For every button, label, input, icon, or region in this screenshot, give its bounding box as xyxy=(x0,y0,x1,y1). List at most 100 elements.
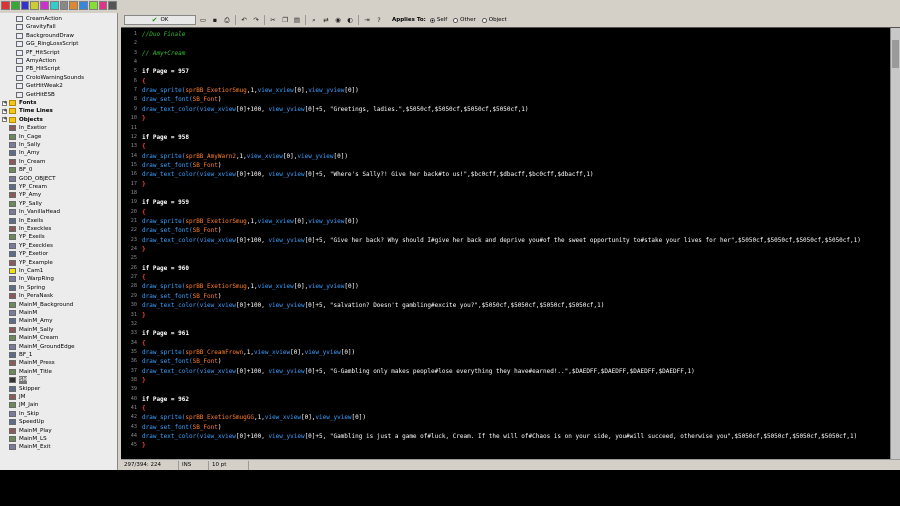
tree-item[interactable]: MainM_Amy xyxy=(9,317,53,325)
tree-item[interactable]: MainM_GroundEdge xyxy=(9,343,75,351)
tree-item[interactable]: In_Spring xyxy=(9,284,45,292)
tree-item[interactable]: In_Skip xyxy=(9,410,39,418)
code-line[interactable]: } xyxy=(142,377,146,384)
code-line[interactable]: draw_set_font(SB_Font) xyxy=(142,424,222,431)
tree-item[interactable]: In_Amy xyxy=(9,149,40,157)
undo-icon[interactable]: ↶ xyxy=(239,15,249,25)
tree-item[interactable]: MainM_Background xyxy=(9,301,73,309)
code-line[interactable]: if Page = 959 xyxy=(142,199,189,206)
code-line[interactable]: draw_text_color(view_xview[0]+100, view_… xyxy=(142,171,594,178)
tree-item[interactable]: CroloWarningSounds xyxy=(16,74,84,82)
code-line[interactable]: draw_text_color(view_xview[0]+100, view_… xyxy=(142,302,604,309)
code-line[interactable]: if Page = 958 xyxy=(142,134,189,141)
tree-item[interactable]: GG_RingLossScript xyxy=(16,40,79,48)
expand-icon[interactable]: + xyxy=(2,108,7,114)
tree-item[interactable]: MainM_Exit xyxy=(9,443,51,451)
tree-item[interactable]: In_PeraNask xyxy=(9,292,53,300)
print-icon[interactable]: ⎙ xyxy=(222,15,232,25)
tree-item[interactable]: MainM_LS xyxy=(9,435,47,443)
code-line[interactable]: draw_set_font(SB_Font) xyxy=(142,96,222,103)
tree-item[interactable]: In_VanillaHead xyxy=(9,208,60,216)
toolbar-button-icon[interactable] xyxy=(20,1,30,10)
copy-icon[interactable]: ❐ xyxy=(280,15,290,25)
tree-folder[interactable]: + Fonts xyxy=(2,99,36,107)
code-line[interactable]: { xyxy=(142,78,146,85)
find-icon[interactable]: ⌕ xyxy=(309,15,319,25)
check-syntax-icon[interactable]: ◉ xyxy=(333,15,343,25)
tree-item[interactable]: PB_HitScript xyxy=(16,65,60,73)
tree-folder[interactable]: + Time Lines xyxy=(2,107,53,115)
tree-item[interactable]: YP_Amy xyxy=(9,191,41,199)
code-line[interactable]: } xyxy=(142,312,146,319)
code-line[interactable]: draw_set_font(SB_Font) xyxy=(142,162,222,169)
toolbar-button-icon[interactable] xyxy=(69,1,78,10)
code-line[interactable]: if Page = 957 xyxy=(142,68,189,75)
tree-item[interactable]: In_Cage xyxy=(9,133,41,141)
tree-item[interactable]: BF_1 xyxy=(9,351,32,359)
toolbar-button-icon[interactable] xyxy=(98,1,108,10)
resource-tree[interactable]: CreamAction GravityFall BackgroundDraw GG_R… xyxy=(0,13,118,470)
goto-line-icon[interactable]: ⇥ xyxy=(362,15,372,25)
tree-item[interactable]: SpeedUp xyxy=(9,418,44,426)
tree-item[interactable]: YP_Execkles xyxy=(9,242,53,250)
code-line[interactable]: if Page = 961 xyxy=(142,330,189,337)
tree-item[interactable]: MainM_Title xyxy=(9,368,52,376)
code-line[interactable]: } xyxy=(142,442,146,449)
open-icon[interactable]: ▭ xyxy=(198,15,208,25)
code-line[interactable]: { xyxy=(142,209,146,216)
code-line[interactable]: draw_text_color(view_xview[0]+100, view_… xyxy=(142,237,861,244)
toolbar-button-icon[interactable] xyxy=(40,1,49,10)
tree-item[interactable]: YP_Cream xyxy=(9,183,47,191)
cut-icon[interactable]: ✂ xyxy=(268,15,278,25)
code-line[interactable]: } xyxy=(142,115,146,122)
tree-item[interactable]: MainM_Sally xyxy=(9,326,53,334)
tree-item[interactable]: YP_Sally xyxy=(9,200,42,208)
help-icon[interactable]: ? xyxy=(374,15,384,25)
tree-item[interactable]: GetHitWeak2 xyxy=(16,82,63,90)
toolbar-button-icon[interactable] xyxy=(79,1,88,10)
expand-icon[interactable]: + xyxy=(2,100,7,106)
tree-item[interactable]: BackgroundDraw xyxy=(16,32,74,40)
paste-icon[interactable]: ▤ xyxy=(292,15,302,25)
code-line[interactable]: draw_sprite(sprBB_ExetiorSmug,1,view_xvi… xyxy=(142,87,359,94)
code-line[interactable]: if Page = 962 xyxy=(142,396,189,403)
tree-item[interactable]: CreamAction xyxy=(16,15,62,23)
code-line[interactable]: draw_set_font(SB_Font) xyxy=(142,293,222,300)
tree-item[interactable]: JM_Jain xyxy=(9,401,38,409)
code-line[interactable]: draw_sprite(sprBB_AmyWarn2,1,view_xview[… xyxy=(142,153,348,160)
vertical-scrollbar[interactable] xyxy=(890,28,900,459)
code-line[interactable]: { xyxy=(142,340,146,347)
code-line[interactable]: { xyxy=(142,405,146,412)
tree-item[interactable]: Skipper xyxy=(9,385,40,393)
tree-item[interactable]: YP_Example xyxy=(9,259,53,267)
expand-icon[interactable]: + xyxy=(2,117,7,123)
tree-item[interactable]: MainM_Press xyxy=(9,359,55,367)
code-line[interactable]: draw_sprite(sprBB_ExetiorSmug,1,view_xvi… xyxy=(142,218,359,225)
tree-item[interactable]: JM xyxy=(9,393,25,401)
code-line[interactable]: //Duo Finale xyxy=(142,31,185,38)
applies-other-radio[interactable]: Other xyxy=(453,17,476,23)
toolbar-button-icon[interactable] xyxy=(108,1,117,10)
tree-item[interactable]: MainM_Cream xyxy=(9,334,58,342)
code-line[interactable]: draw_text_color(view_xview[0]+100, view_… xyxy=(142,106,529,113)
applies-self-radio[interactable]: Self xyxy=(429,17,447,23)
tree-item[interactable]: In_Exeils xyxy=(9,217,43,225)
code-editor[interactable]: 1 2 3 4 5 6 7 8 9 10 11 12 13 14 15 16 17 18 19 20 21 22 23 24 2… xyxy=(121,27,900,459)
toolbar-button-icon[interactable] xyxy=(88,1,98,10)
code-line[interactable]: if Page = 960 xyxy=(142,265,189,272)
redo-icon[interactable]: ↷ xyxy=(251,15,261,25)
code-line[interactable]: } xyxy=(142,181,146,188)
toolbar-button-icon[interactable] xyxy=(59,1,69,10)
tree-item[interactable]: GravityFall xyxy=(16,23,56,31)
code-line[interactable]: draw_sprite(sprBB_ExetiorSmugGG,1,view_x… xyxy=(142,414,366,421)
scrollbar-thumb[interactable] xyxy=(892,40,899,68)
toolbar-button-icon[interactable] xyxy=(1,1,10,10)
ok-button[interactable]: ✔ OK xyxy=(124,15,196,25)
tree-item[interactable]: In_Cam1 xyxy=(9,267,43,275)
tree-item[interactable]: GetHitESB xyxy=(16,91,55,99)
tree-item[interactable]: GOD_OBJECT xyxy=(9,175,56,183)
code-line[interactable]: draw_sprite(sprBB_CreamFrown,1,view_xvie… xyxy=(142,349,355,356)
tree-item[interactable]: PF_HitScript xyxy=(16,49,60,57)
code-line[interactable]: draw_set_font(SB_Font) xyxy=(142,227,222,234)
tree-item[interactable]: YP_Exetior xyxy=(9,250,48,258)
